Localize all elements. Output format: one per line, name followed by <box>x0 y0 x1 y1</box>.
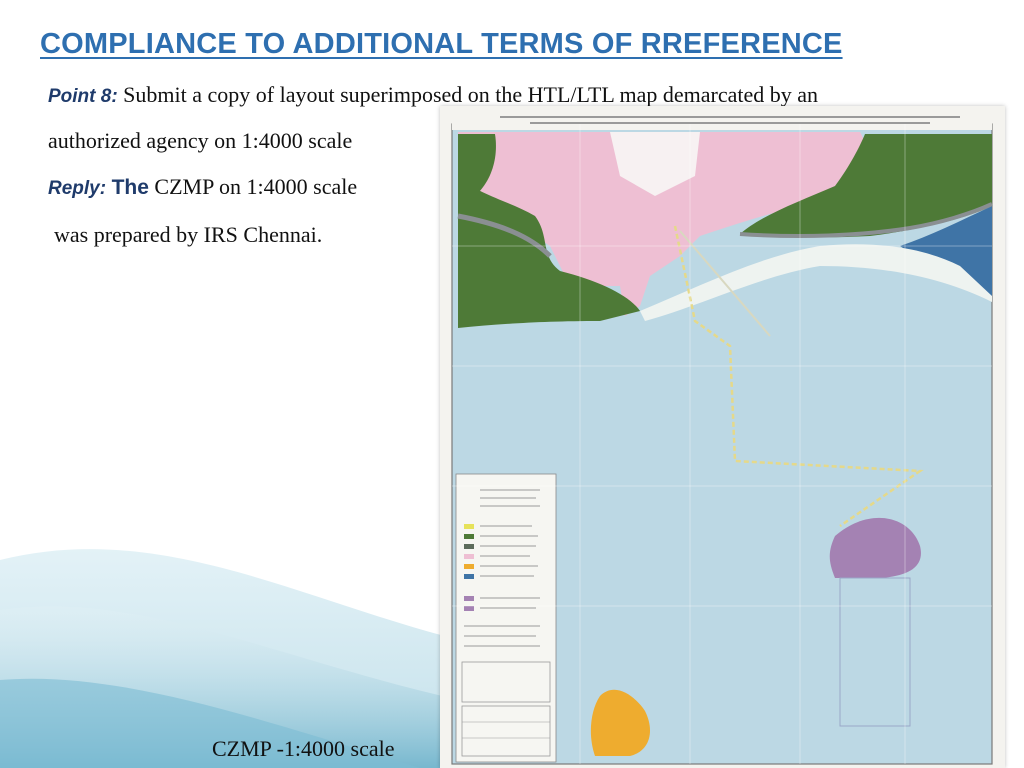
reply-line-1: Reply: The CZMP on 1:4000 scale <box>48 174 357 200</box>
reply-text-line-2: was prepared by IRS Chennai. <box>54 222 323 247</box>
point-line-2: authorized agency on 1:4000 scale <box>48 128 352 154</box>
legend-swatch <box>464 544 474 549</box>
legend-swatch <box>464 524 474 529</box>
reply-line-2: was prepared by IRS Chennai. <box>54 222 322 248</box>
reply-the: The <box>111 176 149 199</box>
point-text-line-1: Submit a copy of layout superimposed on … <box>123 82 819 107</box>
reply-text-line-1: CZMP on 1:4000 scale <box>154 174 358 199</box>
page-title: COMPLIANCE TO ADDITIONAL TERMS OF RREFER… <box>40 28 843 60</box>
map-legend <box>455 473 557 763</box>
point-text-line-2: authorized agency on 1:4000 scale <box>48 128 353 153</box>
point-line-1: Point 8: Submit a copy of layout superim… <box>48 82 818 108</box>
czmp-map-graphic <box>451 112 993 765</box>
map-header-strip <box>452 112 992 130</box>
point-label: Point 8: <box>48 86 118 107</box>
czmp-map-image <box>440 106 1005 768</box>
legend-swatch <box>464 606 474 611</box>
map-caption: CZMP -1:4000 scale <box>212 736 395 761</box>
legend-swatch <box>464 596 474 601</box>
legend-swatch <box>464 534 474 539</box>
legend-swatch <box>464 554 474 559</box>
reply-label: Reply: <box>48 178 107 199</box>
legend-swatch <box>464 564 474 569</box>
legend-swatch <box>464 574 474 579</box>
